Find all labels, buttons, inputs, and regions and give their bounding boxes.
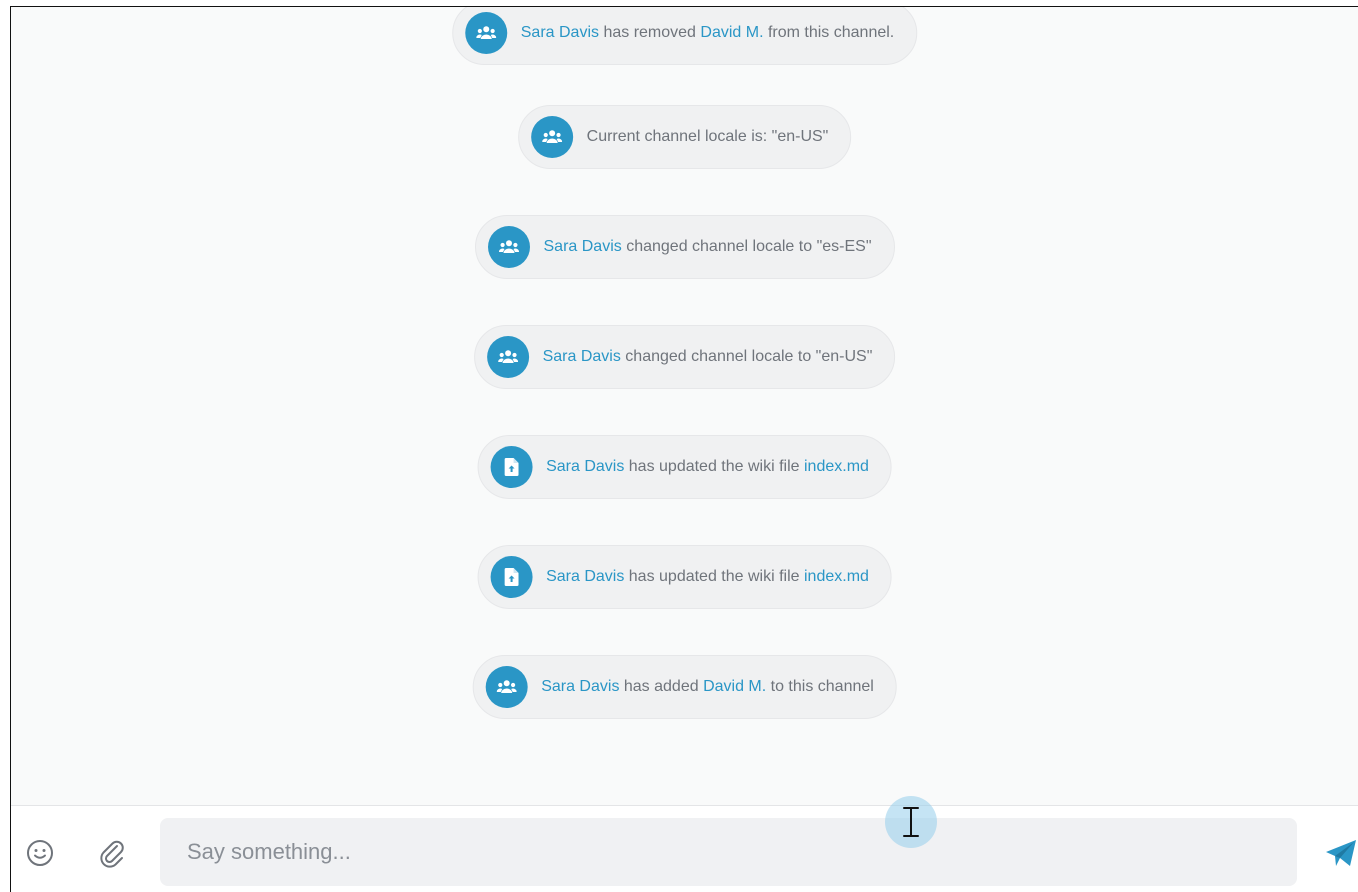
system-message: Sara Davis has removed David M. from thi… bbox=[451, 7, 918, 65]
system-message-text: Sara Davis changed channel locale to "en… bbox=[543, 348, 873, 366]
message-text-segment: Current channel locale is: "en-US" bbox=[586, 128, 829, 145]
system-message: Sara Davis changed channel locale to "es… bbox=[474, 215, 895, 279]
paperclip-icon bbox=[100, 840, 124, 868]
users-icon bbox=[487, 226, 530, 268]
message-text-segment: has added bbox=[619, 678, 704, 695]
message-link[interactable]: David M. bbox=[703, 678, 766, 695]
emoji-button[interactable] bbox=[23, 836, 57, 870]
file-upload-icon bbox=[490, 446, 533, 488]
message-text-segment: has removed bbox=[599, 24, 701, 41]
message-link[interactable]: Sara Davis bbox=[546, 568, 624, 585]
system-message-text: Current channel locale is: "en-US" bbox=[587, 128, 829, 146]
message-feed[interactable]: Sara Davis has removed David M. from thi… bbox=[11, 7, 1358, 805]
send-button[interactable] bbox=[1321, 836, 1358, 870]
system-message: Current channel locale is: "en-US" bbox=[517, 105, 852, 169]
message-link[interactable]: Sara Davis bbox=[521, 24, 599, 41]
paper-plane-icon bbox=[1326, 840, 1356, 866]
users-icon bbox=[486, 336, 529, 378]
system-message: Sara Davis changed channel locale to "en… bbox=[473, 325, 896, 389]
message-text-segment: has updated the wiki file bbox=[624, 458, 804, 475]
message-link[interactable]: David M. bbox=[700, 24, 763, 41]
attach-button[interactable] bbox=[95, 836, 129, 870]
system-message: Sara Davis has updated the wiki file ind… bbox=[477, 545, 892, 609]
chat-window: Sara Davis has removed David M. from thi… bbox=[10, 6, 1358, 892]
message-input[interactable] bbox=[160, 818, 1297, 886]
message-link[interactable]: Sara Davis bbox=[541, 678, 619, 695]
message-text-segment: changed channel locale to "en-US" bbox=[620, 348, 873, 365]
message-link[interactable]: Sara Davis bbox=[546, 458, 624, 475]
message-link[interactable]: Sara Davis bbox=[544, 238, 622, 255]
smiley-icon bbox=[27, 840, 53, 866]
file-upload-icon bbox=[490, 556, 533, 598]
message-text-segment: has updated the wiki file bbox=[624, 568, 804, 585]
users-icon bbox=[485, 666, 528, 708]
system-message-text: Sara Davis has added David M. to this ch… bbox=[541, 678, 874, 696]
users-icon bbox=[530, 116, 573, 158]
message-composer bbox=[11, 805, 1358, 892]
system-message-text: Sara Davis has updated the wiki file ind… bbox=[546, 568, 869, 586]
message-text-segment: to this channel bbox=[766, 678, 874, 695]
users-icon bbox=[464, 12, 507, 54]
message-link[interactable]: Sara Davis bbox=[543, 348, 621, 365]
system-message: Sara Davis has added David M. to this ch… bbox=[472, 655, 897, 719]
message-text-segment: from this channel. bbox=[763, 24, 895, 41]
message-link[interactable]: index.md bbox=[804, 568, 869, 585]
message-link[interactable]: index.md bbox=[804, 458, 869, 475]
message-text-segment: changed channel locale to "es-ES" bbox=[621, 238, 872, 255]
system-message-text: Sara Davis changed channel locale to "es… bbox=[544, 238, 872, 256]
system-message-text: Sara Davis has updated the wiki file ind… bbox=[546, 458, 869, 476]
system-message-text: Sara Davis has removed David M. from thi… bbox=[521, 24, 895, 42]
system-message: Sara Davis has updated the wiki file ind… bbox=[477, 435, 892, 499]
